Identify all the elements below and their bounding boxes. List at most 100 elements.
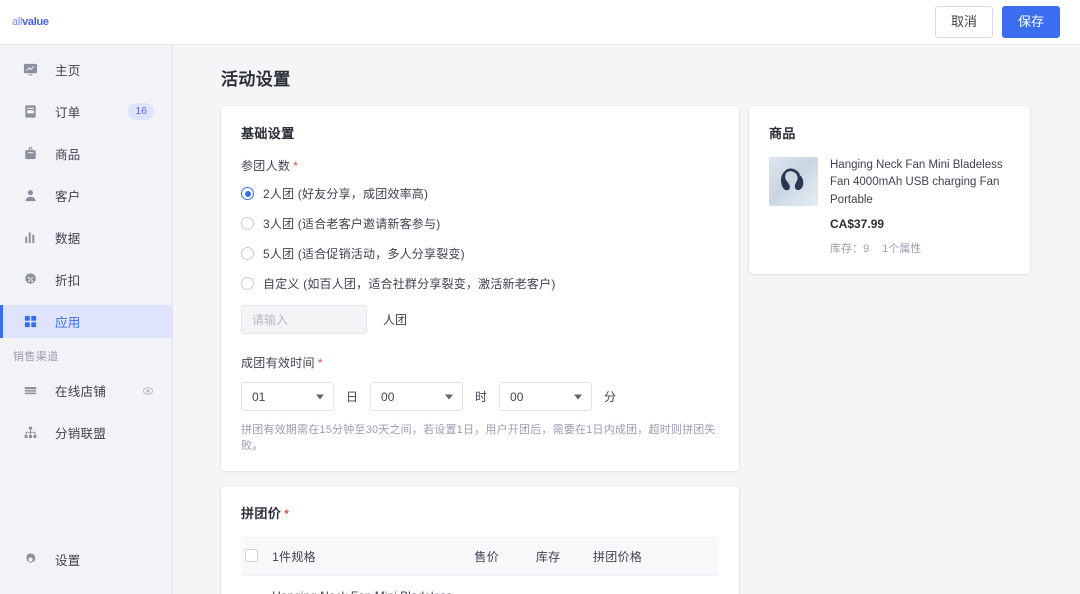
sidebar-item-label: 分销联盟 (55, 427, 107, 441)
basic-settings-card: 基础设置 参团人数 * 2人团 (好友分享，成团效率高) 3人团 (适合老客户邀请… (221, 106, 739, 471)
duration-label-text: 成团有效时间 (241, 356, 315, 370)
sidebar-item-label: 应用 (55, 316, 81, 330)
sidebar-item-label: 在线店铺 (55, 385, 107, 399)
product-price: CA$37.99 (830, 216, 885, 231)
radio-label: 3人团 (适合老客户邀请新客参与) (263, 217, 441, 231)
cancel-button[interactable]: 取消 (934, 6, 993, 38)
radio-indicator[interactable] (241, 247, 254, 260)
radio-option-custom[interactable]: 自定义 (如百人团，适合社群分享裂变，激活新老客户) (241, 275, 719, 292)
logo-text-accent: value (22, 16, 49, 28)
logo-text: allvalue (12, 16, 49, 28)
sidebar-item-affiliate[interactable]: 分销联盟 (0, 416, 172, 449)
participants-label: 参团人数 * (241, 157, 719, 174)
logo[interactable]: allvalue (0, 0, 49, 45)
radio-indicator[interactable] (241, 187, 254, 200)
row-product-name: Hanging Neck Fan Mini Bladeless Fan 4000… (272, 588, 474, 594)
duration-minutes-select[interactable]: 00 (499, 382, 593, 411)
sidebar-item-products[interactable]: 商品 (0, 137, 172, 170)
product-variant-count: 1个属性 (882, 242, 922, 255)
sidebar-item-label: 折扣 (55, 274, 81, 288)
duration-days-select[interactable]: 01 (241, 382, 334, 411)
product-panel-title: 商品 (769, 126, 796, 141)
content-columns: 基础设置 参团人数 * 2人团 (好友分享，成团效率高) 3人团 (适合老客户邀请… (221, 106, 1040, 594)
row-stock: 9 (535, 575, 593, 594)
sidebar-item-label: 设置 (55, 554, 81, 568)
product-name: Hanging Neck Fan Mini Bladeless Fan 4000… (830, 159, 1003, 206)
product-panel-card: 商品 Hanging Neck Fan Mini Bladeless Fan 4… (749, 106, 1030, 274)
column-group-price: 拼团价格 (593, 537, 719, 576)
sidebar-item-home[interactable]: 主页 (0, 53, 172, 86)
radio-option-3[interactable]: 3人团 (适合老客户邀请新客参与) (241, 215, 719, 232)
product-panel-body: Hanging Neck Fan Mini Bladeless Fan 4000… (769, 157, 1010, 256)
sidebar-item-label: 商品 (55, 148, 81, 162)
radio-option-5[interactable]: 5人团 (适合促销活动，多人分享裂变) (241, 245, 719, 262)
left-column: 基础设置 参团人数 * 2人团 (好友分享，成团效率高) 3人团 (适合老客户邀请… (221, 106, 739, 594)
product-stock: 库存：9 (830, 242, 870, 255)
group-price-card: 拼团价 * 1件规格 售价 库存 拼团价格 (221, 486, 739, 594)
radio-option-2[interactable]: 2人团 (好友分享，成团效率高) (241, 185, 719, 202)
sidebar-item-apps[interactable]: 应用 (0, 305, 172, 338)
sidebar-item-discount[interactable]: 折扣 (0, 263, 172, 296)
orders-icon (22, 104, 38, 120)
duration-days-unit: 日 (346, 390, 359, 404)
sidebar-item-online-store[interactable]: 在线店铺 (0, 374, 172, 407)
row-price: CA$37.99 (474, 575, 536, 594)
group-price-title: 拼团价 * (241, 503, 719, 522)
discount-icon (22, 272, 38, 288)
app-root: allvalue 取消 保存 主页 订单 16 商品 客户 数据 折扣 应用 销… (0, 0, 1080, 594)
analytics-icon (22, 230, 38, 246)
radio-indicator[interactable] (241, 217, 254, 230)
logo-text-main: all (12, 16, 23, 28)
radio-label: 2人团 (好友分享，成团效率高) (263, 187, 429, 201)
sidebar-item-label: 主页 (55, 64, 81, 78)
duration-minutes-value: 00 (510, 389, 524, 404)
sidebar-section-title: 销售渠道 (13, 351, 59, 363)
right-column: 商品 Hanging Neck Fan Mini Bladeless Fan 4… (749, 106, 1030, 289)
page-title: 活动设置 (221, 70, 291, 89)
radio-indicator[interactable] (241, 277, 254, 290)
table-header-row: 1件规格 售价 库存 拼团价格 (241, 537, 719, 576)
sidebar: 主页 订单 16 商品 客户 数据 折扣 应用 销售渠道 在线店铺 分销联盟 设… (0, 45, 173, 594)
sidebar-item-settings[interactable]: 设置 (0, 543, 172, 576)
apps-icon (22, 314, 38, 330)
sidebar-item-orders[interactable]: 订单 16 (0, 95, 172, 128)
chevron-down-icon (445, 394, 454, 399)
select-all-header (241, 537, 273, 576)
orders-badge: 16 (128, 102, 154, 121)
save-button[interactable]: 保存 (1001, 6, 1060, 38)
gear-icon (22, 552, 38, 568)
table-row: Hanging Neck Fan Mini Bladeless Fan 4000… (241, 575, 719, 594)
table-head: 1件规格 售价 库存 拼团价格 (241, 537, 719, 576)
radio-label: 自定义 (如百人团，适合社群分享裂变，激活新老客户) (263, 277, 556, 291)
chevron-down-icon (316, 394, 324, 399)
column-price: 售价 (474, 537, 536, 576)
products-icon (22, 146, 38, 162)
custom-count-unit: 人团 (383, 313, 408, 327)
duration-hours-value: 00 (381, 389, 395, 404)
sidebar-item-analytics[interactable]: 数据 (0, 221, 172, 254)
row-group-price-cell: CAD (593, 575, 719, 594)
basic-settings-title: 基础设置 (241, 126, 295, 141)
sidebar-item-customers[interactable]: 客户 (0, 179, 172, 212)
sidebar-item-label: 订单 (55, 106, 81, 120)
participants-label-text: 参团人数 (241, 159, 291, 173)
duration-hours-select[interactable]: 00 (370, 382, 464, 411)
required-mark: * (293, 159, 299, 173)
product-meta: 库存：9 1个属性 (830, 240, 1010, 256)
table-body: Hanging Neck Fan Mini Bladeless Fan 4000… (241, 575, 719, 594)
main-content: 活动设置 基础设置 参团人数 * 2人团 (好友分享，成团效率高) 3人团 (适… (173, 45, 1080, 594)
custom-count-input[interactable] (241, 305, 367, 334)
top-bar-actions: 取消 保存 (934, 6, 1080, 38)
sidebar-item-label: 客户 (55, 190, 81, 204)
chevron-down-icon (574, 394, 583, 399)
row-product-name-cell: Hanging Neck Fan Mini Bladeless Fan 4000… (272, 575, 475, 594)
select-all-checkbox[interactable] (245, 548, 258, 562)
customers-icon (22, 188, 38, 204)
product-thumbnail (769, 157, 818, 206)
neck-fan-image (780, 168, 803, 190)
duration-minutes-unit: 分 (604, 390, 617, 404)
sidebar-item-label: 数据 (55, 232, 81, 246)
group-price-title-text: 拼团价 (241, 506, 282, 521)
eye-icon[interactable] (142, 385, 154, 397)
affiliate-icon (22, 425, 38, 441)
